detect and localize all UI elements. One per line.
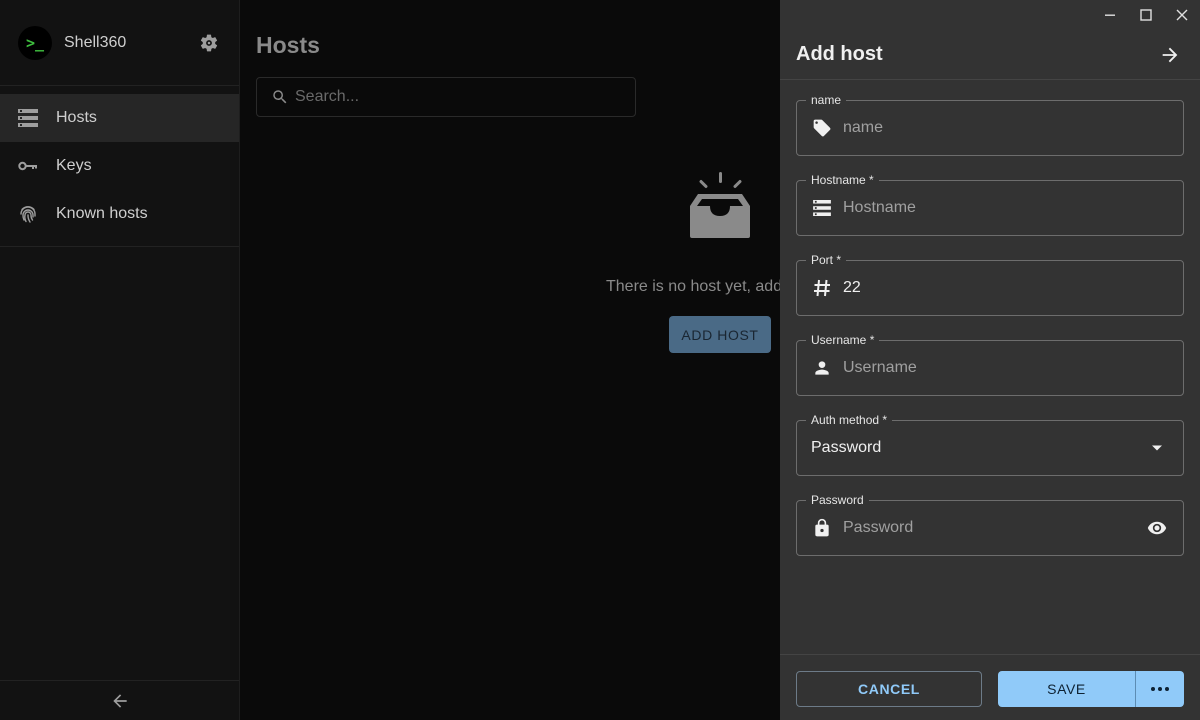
- person-icon: [811, 357, 833, 379]
- lock-icon: [811, 517, 833, 539]
- brand-header: >_ Shell360: [0, 0, 239, 86]
- drawer-header: Add host: [780, 30, 1200, 80]
- auth-method-select[interactable]: Auth method * Password: [796, 412, 1184, 476]
- name-field[interactable]: name: [796, 92, 1184, 156]
- app-logo: >_: [18, 25, 52, 60]
- settings-gear-icon[interactable]: [197, 31, 221, 55]
- arrow-left-icon: [112, 693, 127, 708]
- username-field-label: Username *: [806, 332, 880, 348]
- sidebar-item-keys[interactable]: Keys: [0, 142, 239, 190]
- more-options-button[interactable]: [1136, 671, 1184, 707]
- search-icon: [273, 90, 287, 104]
- app-name: Shell360: [64, 33, 127, 51]
- close-drawer-button[interactable]: [1156, 41, 1184, 69]
- drawer-footer: CANCEL SAVE: [780, 654, 1200, 720]
- hostname-input[interactable]: [843, 199, 1169, 217]
- sidebar-item-label: Keys: [56, 157, 92, 174]
- search-box[interactable]: [256, 77, 636, 117]
- add-host-drawer: Add host name Hostname * Port * Username…: [780, 0, 1200, 720]
- key-icon: [18, 156, 38, 176]
- tag-icon: [811, 117, 833, 139]
- empty-state-message: There is no host yet, add: [606, 278, 783, 295]
- hostname-field[interactable]: Hostname *: [796, 172, 1184, 236]
- maximize-icon: [1140, 9, 1152, 21]
- username-input[interactable]: [843, 359, 1169, 377]
- hash-icon: [811, 277, 833, 299]
- auth-method-value: Password: [811, 439, 882, 456]
- sidebar: >_ Shell360 Hosts Keys Known hosts: [0, 0, 240, 720]
- window-controls: [1092, 0, 1200, 30]
- save-button[interactable]: SAVE: [998, 671, 1136, 707]
- more-horiz-icon: [1151, 687, 1169, 691]
- main-content: Hosts There is no host yet, add ADD HOST: [240, 0, 783, 720]
- save-button-group: SAVE: [998, 671, 1184, 707]
- close-icon: [1176, 9, 1188, 21]
- toggle-password-visibility-icon[interactable]: [1145, 516, 1169, 540]
- password-field-label: Password: [806, 492, 869, 508]
- cancel-button[interactable]: CANCEL: [796, 671, 982, 707]
- collapse-sidebar-button[interactable]: [0, 680, 239, 720]
- arrow-right-icon: [1162, 47, 1178, 62]
- port-field[interactable]: Port *: [796, 252, 1184, 316]
- auth-method-label: Auth method *: [806, 412, 893, 428]
- empty-inbox-icon: [684, 170, 756, 247]
- window-close-button[interactable]: [1164, 0, 1200, 30]
- dropdown-arrow-icon: [1145, 436, 1169, 460]
- server-icon: [811, 197, 833, 219]
- sidebar-item-label: Known hosts: [56, 205, 148, 222]
- port-field-label: Port *: [806, 252, 847, 268]
- minimize-button[interactable]: [1092, 0, 1128, 30]
- sidebar-item-label: Hosts: [56, 109, 97, 126]
- server-icon: [18, 108, 38, 128]
- page-title: Hosts: [256, 32, 320, 58]
- hostname-field-label: Hostname *: [806, 172, 879, 188]
- sidebar-item-known-hosts[interactable]: Known hosts: [0, 190, 239, 238]
- username-field[interactable]: Username *: [796, 332, 1184, 396]
- password-input[interactable]: [843, 519, 1145, 537]
- sidebar-divider: [0, 246, 239, 247]
- add-host-button[interactable]: ADD HOST: [669, 316, 771, 353]
- port-input[interactable]: [843, 279, 1169, 297]
- maximize-button[interactable]: [1128, 0, 1164, 30]
- fingerprint-icon: [18, 204, 38, 224]
- minimize-icon: [1105, 14, 1115, 16]
- sidebar-item-hosts[interactable]: Hosts: [0, 94, 239, 142]
- drawer-title: Add host: [796, 43, 883, 65]
- name-field-label: name: [806, 92, 847, 108]
- password-field[interactable]: Password: [796, 492, 1184, 556]
- name-input[interactable]: [843, 119, 1169, 137]
- sidebar-nav: Hosts Keys Known hosts: [0, 94, 239, 247]
- search-input[interactable]: [295, 88, 595, 106]
